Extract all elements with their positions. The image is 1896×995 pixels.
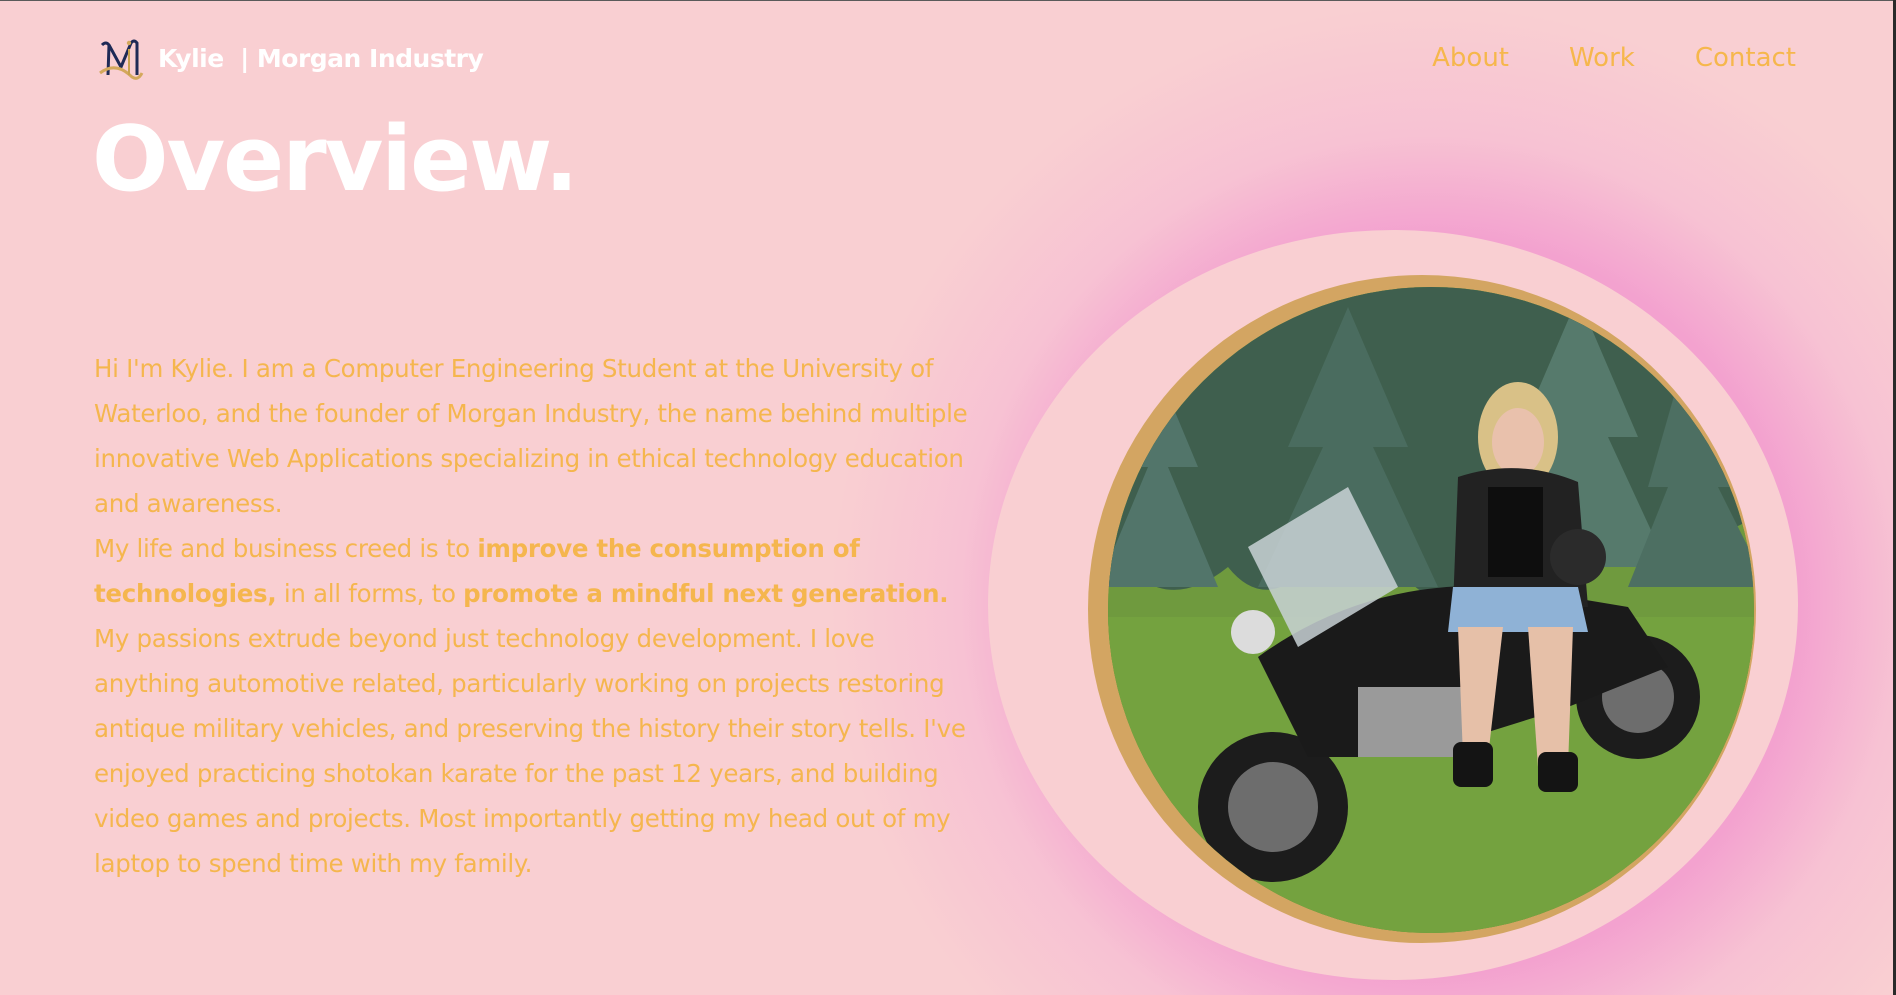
brand-name: Kylie | Morgan Industry — [158, 43, 484, 73]
navbar: Kylie | Morgan Industry About Work Conta… — [96, 32, 1796, 84]
photo-frame — [1088, 275, 1756, 943]
page-title: Overview. — [92, 107, 579, 212]
bio-paragraph-intro: Hi I'm Kylie. I am a Computer Engineerin… — [94, 354, 968, 518]
bio-paragraph-creed: My life and business creed is to improve… — [94, 526, 974, 616]
bio-paragraph-passions: My passions extrude beyond just technolo… — [94, 624, 966, 878]
profile-photo-illustration — [1108, 287, 1754, 933]
creed-lead: My life and business creed is to — [94, 534, 478, 563]
nav-link-contact[interactable]: Contact — [1695, 43, 1796, 73]
nav-links: About Work Contact — [1372, 32, 1796, 84]
overview-page: Kylie | Morgan Industry About Work Conta… — [0, 0, 1896, 995]
profile-photo — [1108, 287, 1754, 933]
brand-link[interactable]: Kylie | Morgan Industry — [96, 32, 484, 84]
bio-text: Hi I'm Kylie. I am a Computer Engineerin… — [94, 346, 974, 886]
creed-middle: in all forms, to — [276, 579, 464, 608]
creed-highlight-generation: promote a mindful next generation. — [463, 579, 949, 608]
nav-link-work[interactable]: Work — [1569, 43, 1635, 73]
window-top-border — [0, 0, 1896, 1]
nav-link-about[interactable]: About — [1432, 43, 1509, 73]
mi-monogram-logo-icon — [99, 39, 144, 80]
